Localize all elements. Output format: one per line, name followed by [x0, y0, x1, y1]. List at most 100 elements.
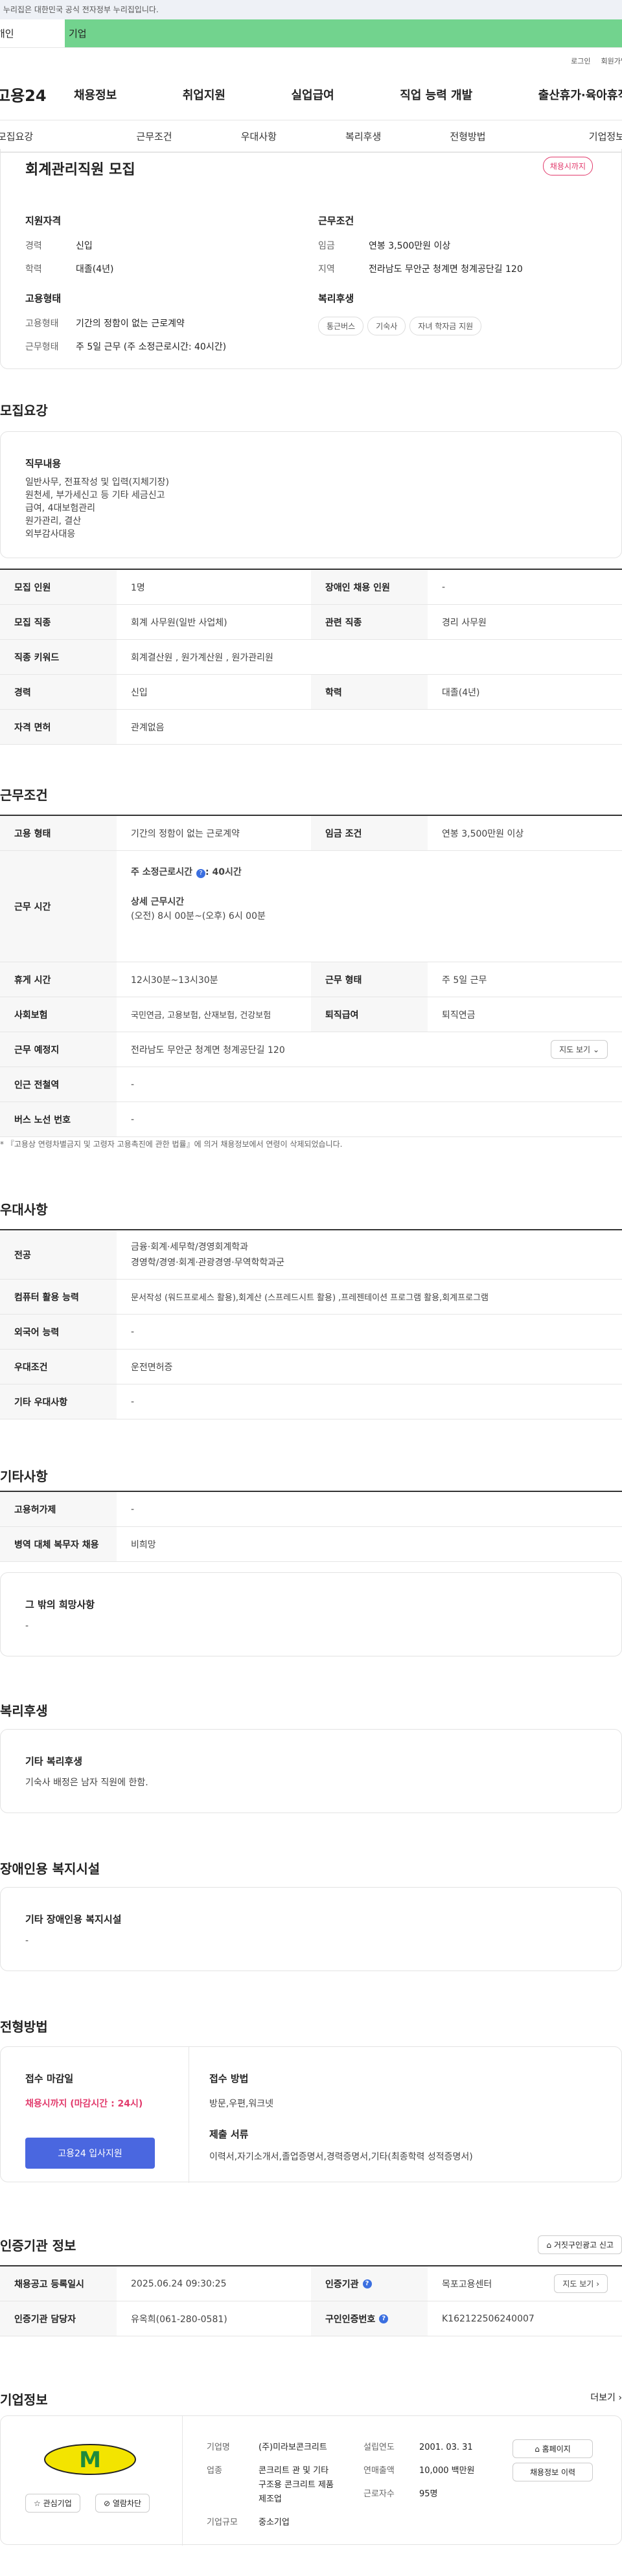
section-title-pref: 우대사항: [0, 1202, 48, 1217]
hours-detail-label: 상세 근무시간: [131, 897, 185, 907]
tab-personal[interactable]: 개인: [0, 19, 65, 47]
table-cell: 비희망: [131, 1539, 156, 1550]
hope-box: 그 밖의 희망사항 -: [0, 1572, 622, 1656]
table-header: 관련 직종: [311, 605, 428, 639]
tab-company-label: 기업: [69, 28, 87, 40]
homepage-label: 홈페이지: [542, 2445, 571, 2454]
tab-company[interactable]: 기업정보: [520, 130, 622, 143]
tab-pref[interactable]: 우대사항: [207, 130, 311, 143]
map-view-button[interactable]: 지도 보기 ⌄: [551, 1040, 608, 1059]
table-row: 버스 노선 번호 -: [0, 1102, 622, 1137]
company-field-value: 10,000 백만원: [419, 2466, 475, 2476]
table-header: 구인인증번호?: [311, 2301, 428, 2336]
section-title-disabled: 장애인용 복지시설: [0, 1861, 100, 1877]
job-summary-card: 회계관리직원 모집 채용시까지 지원자격 경력 신입 학력 대졸(4년) 근무조건 …: [0, 149, 622, 369]
qualification-block: 지원자격 경력 신입 학력 대졸(4년): [25, 214, 310, 286]
homepage-button[interactable]: ⌂ 홈페이지: [513, 2439, 593, 2458]
table-cell: 회계 사무원(일반 사업체): [131, 617, 227, 628]
tab-welfare[interactable]: 복리후생: [311, 130, 415, 143]
table-row: 자격 면허 관계없음: [0, 710, 622, 745]
favorite-company-button[interactable]: ☆ 관심기업: [25, 2494, 80, 2513]
tab-process[interactable]: 전형방법: [415, 130, 520, 143]
company-field-value: (주)미라보콘크리트: [259, 2443, 327, 2452]
welfare-box: 기타 복리후생 기숙사 배정은 남자 직원에 한함.: [0, 1729, 622, 1813]
info-icon[interactable]: ?: [362, 2279, 372, 2288]
table-header: 우대조건: [0, 1350, 117, 1384]
company-field-label: 기업명: [207, 2443, 230, 2452]
hope-value: -: [25, 1621, 29, 1631]
emp-label: 근무형태: [25, 342, 59, 352]
table-cell: 12시30분~13시30분: [131, 975, 218, 986]
company-field-label: 기업규모: [207, 2518, 238, 2527]
cond-label: 지역: [318, 264, 335, 275]
gnb-item-support[interactable]: 취업지원: [183, 86, 225, 103]
table-header: 장애인 채용 인원: [311, 570, 428, 604]
signup-link[interactable]: 회원가입: [601, 56, 622, 66]
disabled-box-value: -: [25, 1936, 29, 1946]
company-more-link[interactable]: 더보기 ›: [590, 2391, 622, 2404]
report-fake-ad-button[interactable]: ⌂ 거짓구인광고 신고: [538, 2235, 622, 2254]
hiring-history-button[interactable]: 채용정보 이력: [513, 2463, 593, 2481]
qual-value: 대졸(4년): [76, 264, 114, 275]
docs-value: 이력서,자기소개서,졸업증명서,경력증명서,기타(최종학력 성적증명서): [209, 2152, 473, 2162]
table-header: 외국어 능력: [0, 1315, 117, 1349]
cert-no-label: 구인인증번호: [325, 2314, 376, 2325]
map-button-label: 지도 보기: [559, 1045, 591, 1054]
table-header: 채용공고 등록일시: [0, 2266, 117, 2301]
table-cell: 금융·회계·세무학/경영회계학과 경영학/경영·회계·관광경영·무역학학과군: [117, 1230, 622, 1279]
table-cell: 1명: [131, 582, 145, 593]
disabled-box-title: 기타 장애인용 복지시설: [25, 1914, 122, 1925]
welfare-chip: 통근버스: [318, 317, 364, 335]
block-company-button[interactable]: ⊘ 열람차단: [95, 2494, 150, 2513]
table-cell: -: [131, 1396, 135, 1407]
company-field-label: 연매출액: [363, 2466, 395, 2476]
table-row: 모집 인원 1명 장애인 채용 인원 -: [0, 570, 622, 605]
employment-title: 고용형태: [25, 293, 62, 304]
gnb-item-jobs[interactable]: 채용정보: [74, 86, 117, 103]
table-row: 직종 키워드 회계결산원 , 원가계산원 , 원가관리원: [0, 640, 622, 675]
gnb-item-leave[interactable]: 출산휴가·육아휴직: [538, 86, 622, 103]
table-row: 사회보험 국민연금, 고용보험, 산재보험, 건강보험 퇴직급여 퇴직연금: [0, 997, 622, 1032]
gov-notice-text: 이 누리집은 대한민국 공식 전자정부 누리집입니다.: [0, 5, 159, 14]
welfare-title: 복리후생: [318, 293, 354, 304]
company-box: M ☆ 관심기업 ⊘ 열람차단 기업명 (주)미라보콘크리트 업종 콘크리트 관 및…: [0, 2415, 622, 2546]
duty-line: 원천세, 부가세신고 등 기타 세금신고: [25, 490, 165, 501]
section-tabs: 모집요강 근무조건 우대사항 복리후생 전형방법 기업정보: [0, 120, 622, 153]
report-button-label: 거짓구인광고 신고: [553, 2241, 614, 2250]
gnb-item-training[interactable]: 직업 능력 개발: [400, 86, 472, 103]
tab-company[interactable]: 기업: [65, 19, 622, 47]
table-row: 전공 금융·회계·세무학/경영회계학과 경영학/경영·회계·관광경영·무역학학과군: [0, 1230, 622, 1280]
tab-work[interactable]: 근무조건: [102, 130, 206, 143]
cond-value: 연봉 3,500만원 이상: [369, 241, 451, 251]
tab-recruit[interactable]: 모집요강: [0, 130, 102, 143]
pref-table: 전공 금융·회계·세무학/경영회계학과 경영학/경영·회계·관광경영·무역학학과군 …: [0, 1229, 622, 1419]
hours-week-label: 주 소정근로시간: [131, 867, 193, 877]
table-row: 고용 형태 기간의 정함이 없는 근로계약 임금 조건 연봉 3,500만원 이상: [0, 816, 622, 851]
table-header: 모집 인원: [0, 570, 117, 604]
apply-button[interactable]: 고용24 입사지원: [25, 2138, 155, 2169]
duty-line: 외부감사대응: [25, 529, 76, 539]
gnb-item-benefits[interactable]: 실업급여: [292, 86, 334, 103]
table-row: 고용허가제 -: [0, 1492, 622, 1527]
info-icon[interactable]: ?: [196, 869, 206, 878]
table-cell: 유옥희(061-280-0581): [131, 2314, 227, 2325]
deadline-title: 접수 마감일: [25, 2073, 74, 2085]
chevron-right-icon: ›: [618, 2393, 622, 2403]
table-row: 경력 신입 학력 대졸(4년): [0, 675, 622, 710]
site-logo[interactable]: 고용24: [0, 83, 74, 106]
table-cell: 기간의 정함이 없는 근로계약: [131, 828, 240, 839]
hope-title: 그 밖의 희망사항: [25, 1599, 95, 1610]
table-cell: 연봉 3,500만원 이상: [442, 828, 524, 839]
table-cell: 신입: [131, 687, 148, 698]
section-title-work: 근무조건: [0, 787, 48, 803]
chevron-down-icon: ⌄: [592, 1045, 599, 1054]
table-row: 근무 시간 주 소정근로시간?: 40시간 상세 근무시간 (오전) 8시 00…: [0, 851, 622, 962]
emp-label: 고용형태: [25, 319, 59, 329]
block-icon: ⊘: [104, 2499, 111, 2508]
cert-map-button[interactable]: 지도 보기 ›: [554, 2274, 608, 2293]
login-link[interactable]: 로그인: [571, 56, 590, 66]
info-icon[interactable]: ?: [379, 2314, 389, 2323]
cond-value: 전라남도 무안군 청계면 청계공단길 120: [369, 264, 523, 275]
table-row: 외국어 능력 -: [0, 1315, 622, 1350]
table-cell: 목포고용센터 지도 보기 ›: [428, 2266, 622, 2301]
